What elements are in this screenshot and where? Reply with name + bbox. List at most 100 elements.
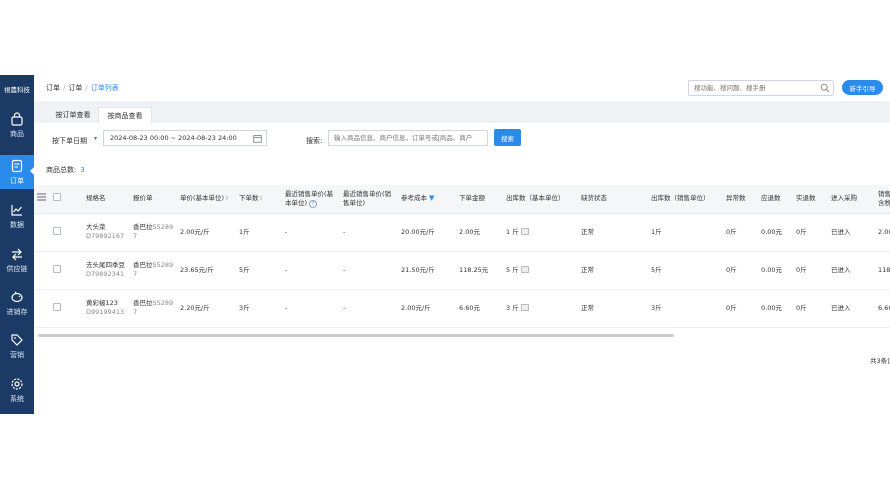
sidebar-item-inventory[interactable]: 进销存: [0, 286, 34, 320]
col-header: 出库数（销售单位）: [648, 185, 723, 214]
spec-cell: 去头尾四季豆 D79892341: [83, 251, 130, 290]
unit-price: 2.00元/斤: [177, 213, 236, 252]
keyword-input[interactable]: [328, 130, 488, 146]
sales-amount: 2.00: [875, 213, 890, 252]
sidebar-item-supply-chain[interactable]: 供应链: [0, 243, 34, 277]
sales-amount: 118.2: [875, 251, 890, 290]
spec-code: D99199413: [86, 308, 125, 316]
col-header-label: 下单数: [239, 194, 259, 203]
quote-cell: 香巴拉S52897: [130, 251, 177, 290]
tab-by-order[interactable]: 按订单查看: [48, 107, 98, 123]
abnormal-qty: 0斤: [723, 289, 758, 328]
stock-detail-icon[interactable]: [520, 266, 529, 273]
col-header: 最近销售单价(销售单位): [340, 185, 398, 214]
search-button[interactable]: 搜索: [494, 129, 521, 146]
row-checkbox[interactable]: [50, 213, 83, 252]
help-icon[interactable]: ?: [309, 199, 318, 208]
recent-price-sale: -: [340, 213, 398, 252]
row-checkbox[interactable]: [50, 289, 83, 328]
col-header: 实退数: [793, 185, 828, 214]
spec-name: 大头菜: [86, 223, 106, 231]
sort-icon[interactable]: ⇕: [224, 195, 229, 202]
breadcrumb-current: 订单列表: [90, 84, 119, 92]
col-header[interactable]: 下单数⇕: [236, 185, 282, 214]
table-row[interactable]: 大头菜 D79892167 香巴拉S52897 2.00元/斤 1斤 - - 20…: [34, 213, 890, 252]
stock-status: 正常: [578, 213, 648, 252]
spec-code: D79892341: [86, 270, 125, 278]
app-window: 視農科技 商品 订单 数据 供应链 进销存 营销 系统 订单 / 订单 / 订单…: [0, 75, 890, 414]
recent-price-sale: -: [340, 289, 398, 328]
sales-amount: 6.60: [875, 289, 890, 328]
abnormal-qty: 0斤: [723, 213, 758, 252]
calendar-icon: [253, 134, 262, 148]
tab-by-goods[interactable]: 按商品查看: [98, 107, 152, 123]
goods-summary: 商品总数: 3: [46, 165, 85, 175]
unit-price: 23.65元/斤: [177, 251, 236, 290]
global-search-input[interactable]: [689, 81, 817, 95]
returned: 0斤: [793, 251, 828, 290]
summary-count: 3: [80, 166, 85, 174]
quote-cell: 香巴拉S52897: [130, 289, 177, 328]
quote-cell: 香巴拉S52897: [130, 213, 177, 252]
breadcrumb-item[interactable]: 订单: [68, 84, 82, 92]
sidebar-item-label: 订单: [10, 177, 24, 185]
sidebar-item-goods[interactable]: 商品: [0, 108, 34, 142]
breadcrumb-item[interactable]: 订单: [46, 84, 60, 92]
date-range-picker[interactable]: 2024-08-23 00:00 ~ 2024-08-23 24:00: [103, 130, 267, 146]
select-all-checkbox[interactable]: [50, 185, 83, 214]
document-icon: [9, 158, 25, 174]
guide-button[interactable]: 新手引导: [842, 80, 883, 95]
col-header: 出库数（基本单位）: [503, 185, 578, 214]
table-row[interactable]: 去头尾四季豆 D79892341 香巴拉S52897 23.65元/斤 5斤 - …: [34, 251, 890, 290]
col-header[interactable]: 单价(基本单位)⇕: [177, 185, 236, 214]
col-header: 规格名: [83, 185, 130, 214]
bag-icon: [9, 111, 25, 127]
out-qty-sale: 5斤: [648, 251, 723, 290]
date-range-value: 2024-08-23 00:00 ~ 2024-08-23 24:00: [110, 134, 237, 142]
to-return: 0.00元: [758, 251, 793, 290]
column-settings-icon[interactable]: [34, 185, 50, 214]
global-search: [688, 80, 834, 96]
col-header[interactable]: 参考成本 ▼: [398, 185, 456, 214]
sort-desc-icon[interactable]: ▼: [429, 194, 434, 202]
order-amount: 118.25元: [456, 251, 503, 290]
sort-icon[interactable]: ⇕: [259, 195, 264, 202]
filter-bar: 按下单日期 ▾ 2024-08-23 00:00 ~ 2024-08-23 24…: [34, 123, 890, 155]
table-row[interactable]: 黄彩椒123 D99199413 香巴拉S52897 2.20元/斤 3斤 - -…: [34, 289, 890, 328]
returned: 0斤: [793, 289, 828, 328]
sidebar-item-data[interactable]: 数据: [0, 199, 34, 233]
out-qty-base-cell: 1 斤: [503, 213, 578, 252]
spec-cell: 大头菜 D79892167: [83, 213, 130, 252]
horizontal-scrollbar[interactable]: [38, 334, 674, 337]
order-qty: 3斤: [236, 289, 282, 328]
row-checkbox[interactable]: [50, 251, 83, 290]
tab-bar: 按订单查看 按商品查看: [34, 101, 890, 123]
sidebar-item-orders[interactable]: 订单: [0, 155, 34, 189]
quote-name: 香巴拉: [133, 223, 153, 231]
search-icon[interactable]: [820, 83, 830, 95]
to-return: 0.00元: [758, 289, 793, 328]
purchase-status: 已进入: [828, 213, 875, 252]
chevron-down-icon[interactable]: ▾: [94, 135, 97, 142]
sidebar-item-marketing[interactable]: 营销: [0, 329, 34, 363]
order-amount: 2.00元: [456, 213, 503, 252]
col-header: 进入采购: [828, 185, 875, 214]
sidebar-item-system[interactable]: 系统: [0, 373, 34, 407]
recent-price-base: -: [282, 289, 340, 328]
stock-status: 正常: [578, 251, 648, 290]
sidebar: 視農科技 商品 订单 数据 供应链 进销存 营销 系统: [0, 75, 34, 414]
col-header-label: 单价(基本单位): [180, 194, 225, 203]
order-qty: 5斤: [236, 251, 282, 290]
sidebar-item-label: 供应链: [6, 265, 28, 273]
recent-price-base: -: [282, 251, 340, 290]
ref-cost: 2.00元/斤: [398, 289, 456, 328]
order-amount: 6.60元: [456, 289, 503, 328]
stock-detail-icon[interactable]: [520, 228, 529, 235]
to-return: 0.00元: [758, 213, 793, 252]
spec-name: 黄彩椒123: [86, 299, 118, 307]
stock-detail-icon[interactable]: [520, 304, 529, 311]
date-type-select[interactable]: 按下单日期: [52, 136, 87, 146]
out-qty-sale: 1斤: [648, 213, 723, 252]
gear-icon: [9, 376, 25, 392]
chart-icon: [9, 202, 25, 218]
